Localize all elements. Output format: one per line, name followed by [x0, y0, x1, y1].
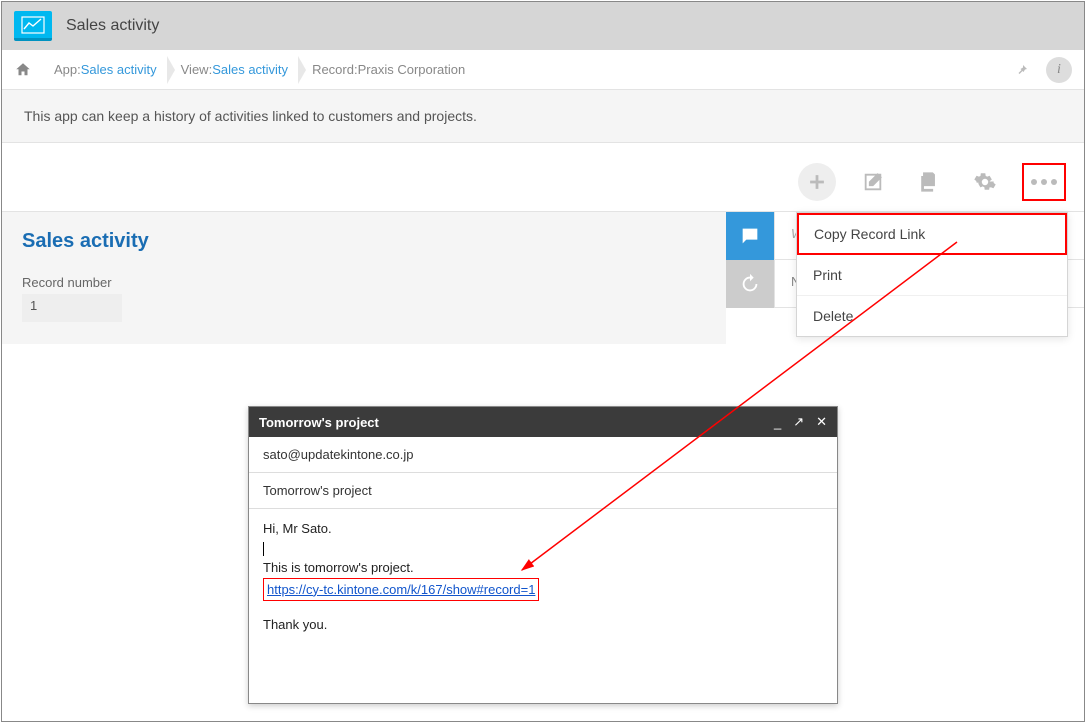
breadcrumb-record-name: Praxis Corporation: [358, 62, 466, 77]
record-number-label: Record number: [22, 275, 706, 290]
minimize-icon[interactable]: _: [774, 415, 781, 430]
email-closing: Thank you.: [263, 615, 823, 635]
record-toolbar: [2, 143, 1084, 211]
record-heading: Sales activity: [22, 230, 706, 253]
email-compose-window: Tomorrow's project _ ↗ ✕ sato@updatekint…: [248, 406, 838, 704]
duplicate-record-button[interactable]: [910, 163, 948, 201]
expand-icon[interactable]: ↗: [793, 414, 804, 430]
ellipsis-icon: [1031, 179, 1057, 185]
menu-copy-record-link[interactable]: Copy Record Link: [797, 213, 1067, 255]
breadcrumb-record: Record: Praxis Corporation: [300, 56, 477, 84]
text-cursor: [263, 542, 264, 556]
app-description: This app can keep a history of activitie…: [2, 90, 1084, 143]
info-icon[interactable]: i: [1046, 57, 1072, 83]
email-subject-field[interactable]: Tomorrow's project: [249, 473, 837, 509]
email-greeting: Hi, Mr Sato.: [263, 519, 823, 539]
history-tab[interactable]: [726, 260, 774, 308]
breadcrumb-view-prefix: View:: [181, 62, 213, 77]
email-body[interactable]: Hi, Mr Sato. This is tomorrow's project.…: [249, 509, 837, 645]
breadcrumb-app-prefix: App:: [54, 62, 81, 77]
breadcrumb-view[interactable]: View: Sales activity: [169, 56, 300, 84]
email-body-line: This is tomorrow's project.: [263, 558, 823, 578]
pasted-record-link[interactable]: https://cy-tc.kintone.com/k/167/show#rec…: [263, 578, 539, 602]
more-options-button[interactable]: [1022, 163, 1066, 201]
email-titlebar[interactable]: Tomorrow's project _ ↗ ✕: [249, 407, 837, 437]
side-tabs: [726, 212, 774, 308]
add-record-button[interactable]: [798, 163, 836, 201]
email-to-field[interactable]: sato@updatekintone.co.jp: [249, 437, 837, 473]
menu-delete[interactable]: Delete: [797, 296, 1067, 336]
app-icon: [14, 11, 52, 41]
home-icon[interactable]: [14, 61, 32, 79]
breadcrumb-app-link[interactable]: Sales activity: [81, 62, 157, 77]
breadcrumb: App: Sales activity View: Sales activity…: [2, 50, 1084, 90]
comments-tab[interactable]: [726, 212, 774, 260]
record-number-value: 1: [22, 294, 122, 322]
edit-record-button[interactable]: [854, 163, 892, 201]
settings-button[interactable]: [966, 163, 1004, 201]
app-title: Sales activity: [66, 17, 159, 35]
options-menu: Copy Record Link Print Delete: [796, 212, 1068, 337]
breadcrumb-view-link[interactable]: Sales activity: [212, 62, 288, 77]
close-icon[interactable]: ✕: [816, 414, 827, 430]
email-window-title: Tomorrow's project: [259, 415, 379, 430]
breadcrumb-app[interactable]: App: Sales activity: [42, 56, 169, 84]
menu-print[interactable]: Print: [797, 255, 1067, 296]
record-details: Sales activity Record number 1: [2, 212, 726, 344]
pin-icon[interactable]: [1016, 64, 1028, 76]
app-header: Sales activity: [2, 2, 1084, 50]
breadcrumb-record-prefix: Record:: [312, 62, 358, 77]
